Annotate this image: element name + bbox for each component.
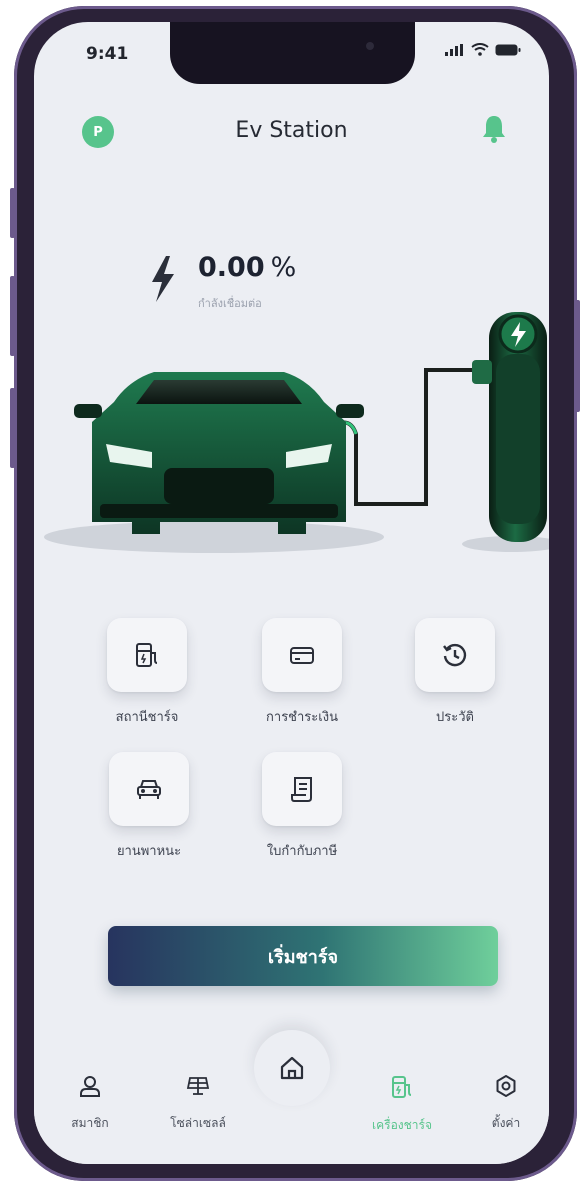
- wifi-icon: [471, 43, 489, 56]
- nav-label: เครื่องชาร์จ: [372, 1118, 432, 1132]
- receipt-icon: [291, 777, 312, 802]
- car-icon: [137, 780, 161, 799]
- nav-settings[interactable]: ตั้งค่า: [458, 1074, 549, 1133]
- nav-solar-cell[interactable]: โซล่าเซลล์: [150, 1074, 246, 1133]
- menu-tile[interactable]: [262, 752, 342, 826]
- menu-label: ใบกำกับภาษี: [266, 844, 338, 859]
- notch: [170, 22, 415, 84]
- nav-charger[interactable]: เครื่องชาร์จ: [354, 1074, 450, 1135]
- home-button[interactable]: [254, 1030, 330, 1106]
- signal-icon: [445, 43, 463, 56]
- home-icon: [280, 1056, 304, 1080]
- bell-icon[interactable]: [481, 114, 507, 144]
- charging-illustration: [44, 312, 549, 553]
- charger-icon: [392, 1076, 412, 1098]
- start-charging-button[interactable]: เริ่มชาร์จ: [108, 926, 498, 986]
- app-screen: 9:41 P Ev Station 0.00% กำลังเชื่อมต่อ ส…: [34, 22, 549, 1164]
- menu-label: การชำระเงิน: [266, 710, 338, 725]
- charging-station-icon: [136, 643, 158, 667]
- settings-icon: [496, 1075, 516, 1097]
- user-icon: [80, 1076, 100, 1097]
- credit-card-icon: [290, 647, 314, 664]
- menu-tile[interactable]: [415, 618, 495, 692]
- menu-label: สถานีชาร์จ: [115, 710, 179, 725]
- menu-history[interactable]: ประวัติ: [409, 618, 501, 727]
- nav-label: สมาชิก: [71, 1116, 109, 1130]
- nav-label: โซล่าเซลล์: [170, 1116, 226, 1130]
- silent-switch: [10, 188, 15, 238]
- battery-icon: [495, 44, 521, 55]
- nav-label: ตั้งค่า: [491, 1116, 521, 1130]
- power-button: [575, 300, 580, 412]
- status-time: 9:41: [86, 44, 129, 64]
- volume-up-button: [10, 276, 15, 356]
- page-title: Ev Station: [235, 118, 348, 143]
- volume-down-button: [10, 388, 15, 468]
- menu-tax-invoice[interactable]: ใบกำกับภาษี: [256, 752, 348, 861]
- menu-charging-station[interactable]: สถานีชาร์จ: [101, 618, 193, 727]
- history-icon: [443, 643, 467, 667]
- front-camera: [366, 42, 374, 50]
- menu-vehicle[interactable]: ยานพาหนะ: [103, 752, 195, 861]
- status-icons: [445, 43, 521, 56]
- nav-member[interactable]: สมาชิก: [42, 1074, 138, 1133]
- menu-label: ประวัติ: [436, 710, 474, 725]
- menu-tile[interactable]: [107, 618, 187, 692]
- menu-tile[interactable]: [109, 752, 189, 826]
- menu-tile[interactable]: [262, 618, 342, 692]
- solar-panel-icon: [186, 1077, 210, 1095]
- app-header: P Ev Station: [34, 110, 549, 154]
- menu-payment[interactable]: การชำระเงิน: [256, 618, 348, 727]
- menu-label: ยานพาหนะ: [116, 844, 182, 859]
